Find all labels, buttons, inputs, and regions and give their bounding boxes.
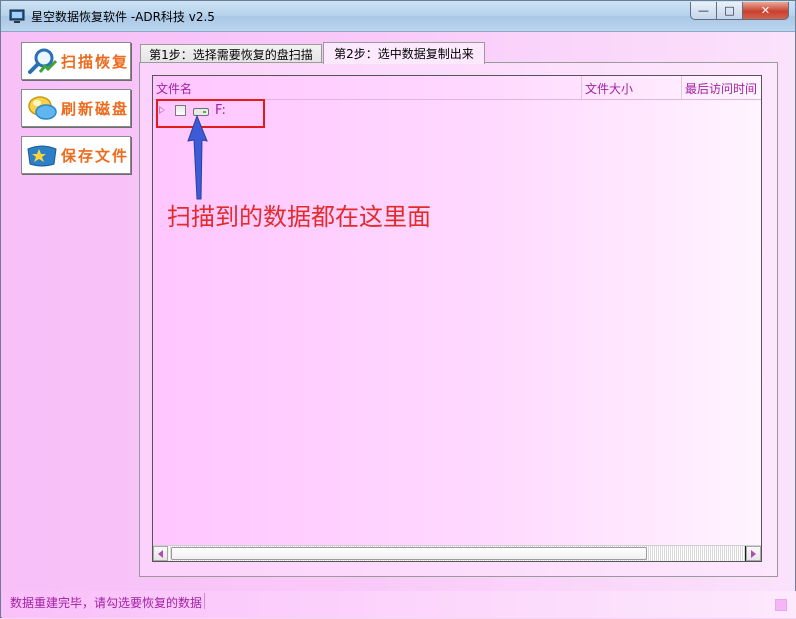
- maximize-button[interactable]: □: [717, 2, 743, 20]
- tab-step1[interactable]: 第1步：选择需要恢复的盘扫描: [140, 44, 322, 63]
- horizontal-scrollbar[interactable]: [153, 545, 761, 561]
- scroll-right-icon: [751, 549, 756, 558]
- scroll-left-button[interactable]: [153, 546, 168, 561]
- save-file-icon: [25, 140, 59, 170]
- magnifier-icon: [25, 46, 59, 76]
- refresh-disk-icon: [25, 93, 59, 123]
- column-filename-label: 文件名: [156, 81, 193, 96]
- minimize-icon: —: [698, 4, 709, 17]
- refresh-disk-label: 刷新磁盘: [61, 99, 130, 118]
- column-header-last-access[interactable]: 最后访问时间: [682, 76, 762, 100]
- window-title: 星空数据恢复软件 -ADR科技 v2.5: [31, 10, 215, 24]
- window-controls: — □ ✕: [690, 2, 789, 20]
- status-divider: [204, 593, 205, 609]
- scan-recover-label: 扫描恢复: [61, 52, 130, 71]
- app-icon: [9, 9, 25, 23]
- refresh-disk-button[interactable]: 刷新磁盘: [21, 89, 131, 127]
- close-button[interactable]: ✕: [743, 2, 789, 20]
- title-bar[interactable]: 星空数据恢复软件 -ADR科技 v2.5 — □ ✕: [1, 1, 795, 32]
- highlight-box: [156, 99, 265, 128]
- annotation-text: 扫描到的数据都在这里面: [167, 203, 431, 231]
- close-icon: ✕: [760, 4, 771, 17]
- file-list[interactable]: 文件名 文件大小 最后访问时间 F:: [152, 75, 762, 562]
- scroll-right-button[interactable]: [746, 546, 761, 561]
- column-header-filesize[interactable]: 文件大小: [582, 76, 682, 100]
- status-bar: 数据重建完毕，请勾选要恢复的数据: [2, 591, 796, 618]
- save-file-button[interactable]: 保存文件: [21, 136, 131, 174]
- app-window: 星空数据恢复软件 -ADR科技 v2.5 — □ ✕ 扫描恢复 刷新磁盘 保存文…: [0, 0, 796, 618]
- tab-step2[interactable]: 第2步：选中数据复制出来: [323, 42, 485, 64]
- scroll-left-icon: [158, 549, 163, 558]
- scan-recover-button[interactable]: 扫描恢复: [21, 42, 131, 80]
- tab-step2-label: 第2步：选中数据复制出来: [334, 47, 474, 61]
- column-last-access-label: 最后访问时间: [685, 81, 758, 96]
- scrollbar-thumb[interactable]: [171, 547, 647, 560]
- column-filesize-label: 文件大小: [585, 81, 634, 96]
- status-text: 数据重建完毕，请勾选要恢复的数据: [10, 596, 203, 610]
- column-header-filename[interactable]: 文件名: [153, 76, 582, 100]
- tab-step1-label: 第1步：选择需要恢复的盘扫描: [149, 47, 313, 62]
- save-file-label: 保存文件: [61, 146, 130, 165]
- maximize-icon: □: [724, 4, 735, 17]
- minimize-button[interactable]: —: [690, 2, 717, 20]
- resize-grip-icon[interactable]: [775, 599, 787, 611]
